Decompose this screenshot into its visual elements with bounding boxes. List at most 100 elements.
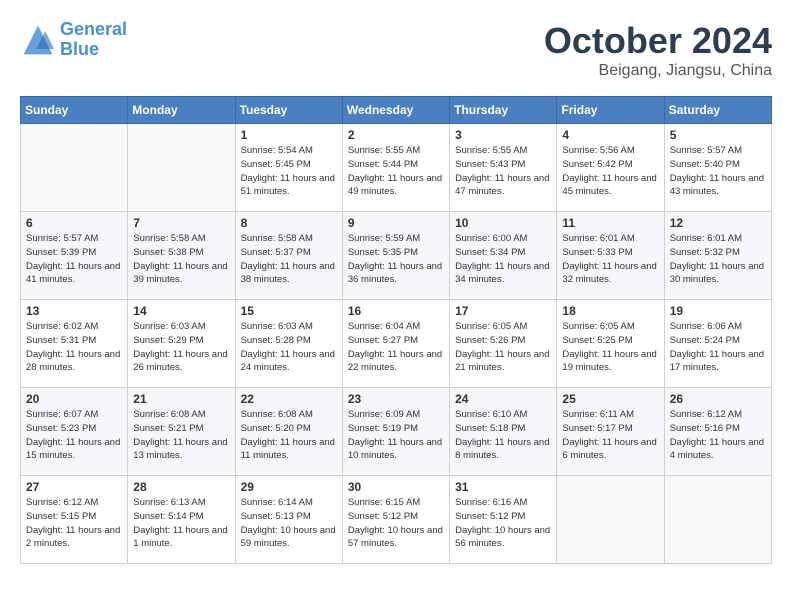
day-info: Sunrise: 6:07 AM Sunset: 5:23 PM Dayligh… (26, 408, 122, 463)
day-number: 21 (133, 392, 229, 406)
day-info: Sunrise: 5:59 AM Sunset: 5:35 PM Dayligh… (348, 232, 444, 287)
calendar-day-cell: 6 Sunrise: 5:57 AM Sunset: 5:39 PM Daylig… (21, 212, 128, 300)
calendar-day-cell: 3Sunrise: 5:55 AM Sunset: 5:43 PM Daylig… (450, 124, 557, 212)
day-info: Sunrise: 6:01 AM Sunset: 5:33 PM Dayligh… (562, 232, 658, 287)
calendar-table: SundayMondayTuesdayWednesdayThursdayFrid… (20, 96, 772, 564)
day-number: 16 (348, 304, 444, 318)
day-info: Sunrise: 6:12 AM Sunset: 5:15 PM Dayligh… (26, 496, 122, 551)
day-info: Sunrise: 6:14 AM Sunset: 5:13 PM Dayligh… (241, 496, 337, 551)
calendar-day-cell: 5 Sunrise: 5:57 AM Sunset: 5:40 PM Daylig… (664, 124, 771, 212)
location-title: Beigang, Jiangsu, China (544, 62, 772, 80)
day-info: Sunrise: 5:57 AM Sunset: 5:39 PM Dayligh… (26, 232, 122, 287)
day-number: 31 (455, 480, 551, 494)
calendar-day-cell: 24 Sunrise: 6:10 AM Sunset: 5:18 PM Dayli… (450, 388, 557, 476)
weekday-header-sunday: Sunday (21, 97, 128, 124)
calendar-day-cell (664, 476, 771, 564)
calendar-day-cell: 25Sunrise: 6:11 AM Sunset: 5:17 PM Dayli… (557, 388, 664, 476)
calendar-week-row: 13 Sunrise: 6:02 AM Sunset: 5:31 PM Dayli… (21, 300, 772, 388)
day-info: Sunrise: 6:02 AM Sunset: 5:31 PM Dayligh… (26, 320, 122, 375)
calendar-day-cell: 28 Sunrise: 6:13 AM Sunset: 5:14 PM Dayli… (128, 476, 235, 564)
day-number: 22 (241, 392, 337, 406)
day-info: Sunrise: 6:08 AM Sunset: 5:21 PM Dayligh… (133, 408, 229, 463)
logo-line2: Blue (60, 39, 99, 59)
day-number: 19 (670, 304, 766, 318)
day-info: Sunrise: 5:55 AM Sunset: 5:44 PM Dayligh… (348, 144, 444, 199)
calendar-day-cell: 2Sunrise: 5:55 AM Sunset: 5:44 PM Daylig… (342, 124, 449, 212)
day-info: Sunrise: 5:57 AM Sunset: 5:40 PM Dayligh… (670, 144, 766, 199)
calendar-day-cell (557, 476, 664, 564)
day-number: 17 (455, 304, 551, 318)
weekday-header-tuesday: Tuesday (235, 97, 342, 124)
day-info: Sunrise: 6:09 AM Sunset: 5:19 PM Dayligh… (348, 408, 444, 463)
month-title: October 2024 (544, 20, 772, 62)
day-number: 13 (26, 304, 122, 318)
calendar-week-row: 20 Sunrise: 6:07 AM Sunset: 5:23 PM Dayli… (21, 388, 772, 476)
day-info: Sunrise: 6:10 AM Sunset: 5:18 PM Dayligh… (455, 408, 551, 463)
day-info: Sunrise: 5:56 AM Sunset: 5:42 PM Dayligh… (562, 144, 658, 199)
calendar-day-cell (21, 124, 128, 212)
weekday-header-row: SundayMondayTuesdayWednesdayThursdayFrid… (21, 97, 772, 124)
calendar-week-row: 6 Sunrise: 5:57 AM Sunset: 5:39 PM Daylig… (21, 212, 772, 300)
logo: General Blue (20, 20, 127, 60)
day-info: Sunrise: 6:05 AM Sunset: 5:26 PM Dayligh… (455, 320, 551, 375)
day-number: 9 (348, 216, 444, 230)
day-number: 20 (26, 392, 122, 406)
calendar-day-cell: 31 Sunrise: 6:16 AM Sunset: 5:12 PM Dayli… (450, 476, 557, 564)
day-info: Sunrise: 6:01 AM Sunset: 5:32 PM Dayligh… (670, 232, 766, 287)
calendar-day-cell: 1Sunrise: 5:54 AM Sunset: 5:45 PM Daylig… (235, 124, 342, 212)
weekday-header-wednesday: Wednesday (342, 97, 449, 124)
day-number: 28 (133, 480, 229, 494)
day-info: Sunrise: 6:13 AM Sunset: 5:14 PM Dayligh… (133, 496, 229, 551)
calendar-day-cell: 8 Sunrise: 5:58 AM Sunset: 5:37 PM Daylig… (235, 212, 342, 300)
day-info: Sunrise: 6:12 AM Sunset: 5:16 PM Dayligh… (670, 408, 766, 463)
day-number: 24 (455, 392, 551, 406)
day-info: Sunrise: 6:06 AM Sunset: 5:24 PM Dayligh… (670, 320, 766, 375)
weekday-header-monday: Monday (128, 97, 235, 124)
day-number: 10 (455, 216, 551, 230)
weekday-header-saturday: Saturday (664, 97, 771, 124)
day-number: 29 (241, 480, 337, 494)
calendar-day-cell: 14 Sunrise: 6:03 AM Sunset: 5:29 PM Dayli… (128, 300, 235, 388)
day-number: 6 (26, 216, 122, 230)
calendar-day-cell: 18 Sunrise: 6:05 AM Sunset: 5:25 PM Dayli… (557, 300, 664, 388)
calendar-day-cell: 21 Sunrise: 6:08 AM Sunset: 5:21 PM Dayli… (128, 388, 235, 476)
day-info: Sunrise: 5:55 AM Sunset: 5:43 PM Dayligh… (455, 144, 551, 199)
day-info: Sunrise: 6:08 AM Sunset: 5:20 PM Dayligh… (241, 408, 337, 463)
day-info: Sunrise: 6:03 AM Sunset: 5:29 PM Dayligh… (133, 320, 229, 375)
day-number: 26 (670, 392, 766, 406)
calendar-day-cell: 23Sunrise: 6:09 AM Sunset: 5:19 PM Dayli… (342, 388, 449, 476)
day-info: Sunrise: 5:58 AM Sunset: 5:37 PM Dayligh… (241, 232, 337, 287)
day-info: Sunrise: 6:03 AM Sunset: 5:28 PM Dayligh… (241, 320, 337, 375)
calendar-day-cell: 10 Sunrise: 6:00 AM Sunset: 5:34 PM Dayli… (450, 212, 557, 300)
calendar-day-cell: 12Sunrise: 6:01 AM Sunset: 5:32 PM Dayli… (664, 212, 771, 300)
logo-icon (20, 22, 56, 58)
day-info: Sunrise: 6:00 AM Sunset: 5:34 PM Dayligh… (455, 232, 551, 287)
calendar-day-cell (128, 124, 235, 212)
day-info: Sunrise: 6:04 AM Sunset: 5:27 PM Dayligh… (348, 320, 444, 375)
day-info: Sunrise: 6:16 AM Sunset: 5:12 PM Dayligh… (455, 496, 551, 551)
calendar-day-cell: 27 Sunrise: 6:12 AM Sunset: 5:15 PM Dayli… (21, 476, 128, 564)
day-number: 25 (562, 392, 658, 406)
calendar-day-cell: 9 Sunrise: 5:59 AM Sunset: 5:35 PM Daylig… (342, 212, 449, 300)
day-info: Sunrise: 6:15 AM Sunset: 5:12 PM Dayligh… (348, 496, 444, 551)
calendar-day-cell: 7 Sunrise: 5:58 AM Sunset: 5:38 PM Daylig… (128, 212, 235, 300)
title-block: October 2024 Beigang, Jiangsu, China (544, 20, 772, 80)
day-number: 8 (241, 216, 337, 230)
day-number: 15 (241, 304, 337, 318)
day-number: 18 (562, 304, 658, 318)
day-number: 5 (670, 128, 766, 142)
day-number: 11 (562, 216, 658, 230)
page-header: General Blue October 2024 Beigang, Jiang… (20, 20, 772, 80)
day-info: Sunrise: 5:54 AM Sunset: 5:45 PM Dayligh… (241, 144, 337, 199)
day-number: 14 (133, 304, 229, 318)
day-number: 7 (133, 216, 229, 230)
calendar-day-cell: 11 Sunrise: 6:01 AM Sunset: 5:33 PM Dayli… (557, 212, 664, 300)
calendar-day-cell: 17 Sunrise: 6:05 AM Sunset: 5:26 PM Dayli… (450, 300, 557, 388)
calendar-day-cell: 22 Sunrise: 6:08 AM Sunset: 5:20 PM Dayli… (235, 388, 342, 476)
calendar-day-cell: 4Sunrise: 5:56 AM Sunset: 5:42 PM Daylig… (557, 124, 664, 212)
day-info: Sunrise: 5:58 AM Sunset: 5:38 PM Dayligh… (133, 232, 229, 287)
weekday-header-friday: Friday (557, 97, 664, 124)
day-info: Sunrise: 6:05 AM Sunset: 5:25 PM Dayligh… (562, 320, 658, 375)
day-number: 27 (26, 480, 122, 494)
calendar-day-cell: 30Sunrise: 6:15 AM Sunset: 5:12 PM Dayli… (342, 476, 449, 564)
